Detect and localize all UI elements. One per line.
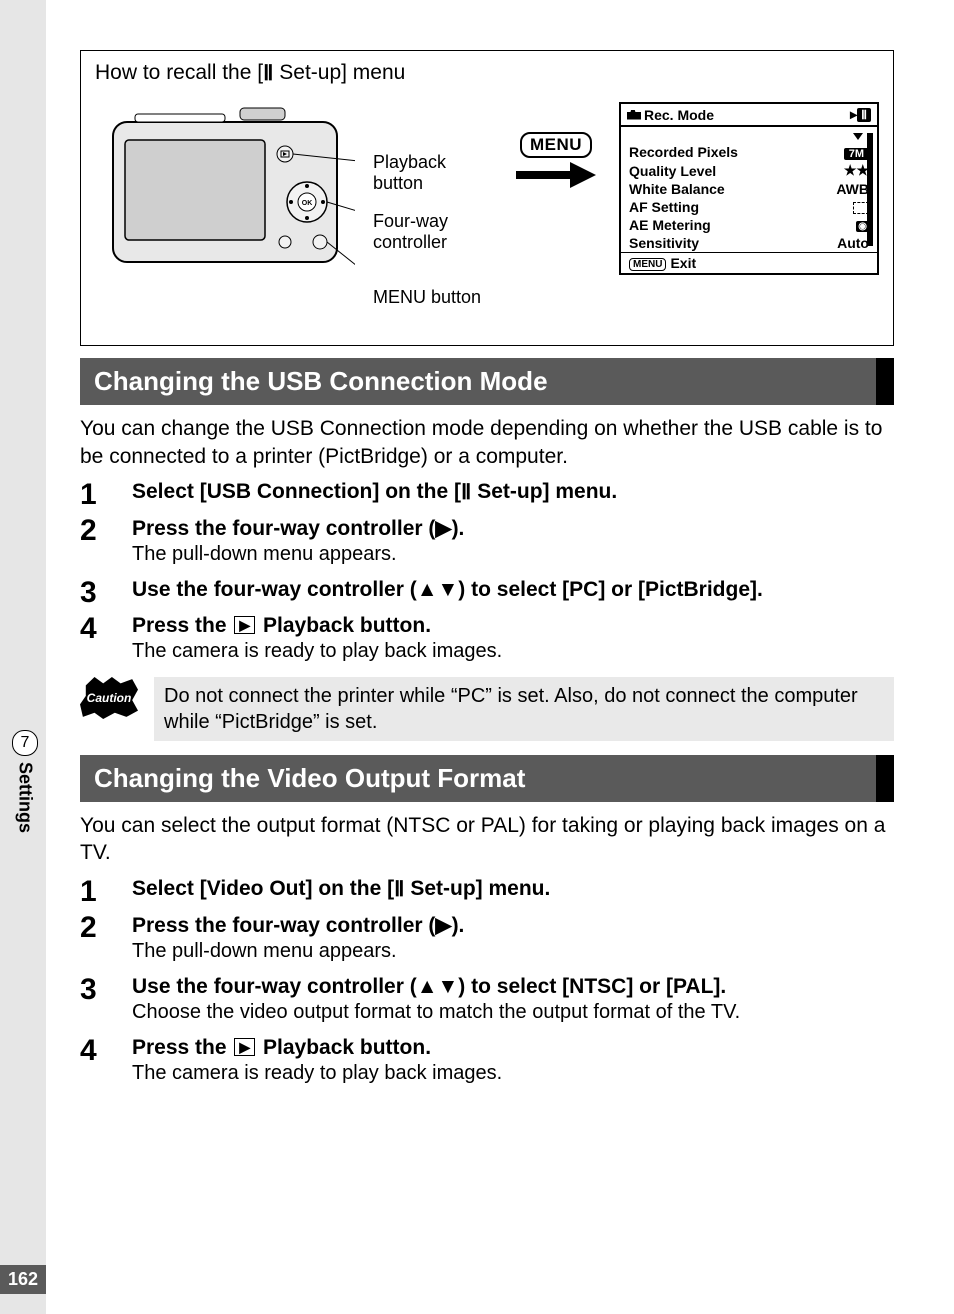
section-heading: Changing the Video Output Format: [80, 755, 894, 802]
setup-icon: Ⅱ: [461, 480, 471, 505]
step: 4 Press the ▶ Playback button.The camera …: [80, 1036, 894, 1091]
step-number: 4: [80, 1036, 114, 1091]
step: 1 Select [USB Connection] on the [Ⅱ Set-u…: [80, 480, 894, 510]
step-subtext: Choose the video output format to match …: [132, 1001, 894, 1024]
setup-diagram: How to recall the [Ⅱ Set-up] menu OK: [80, 50, 894, 346]
lcd-item-value: ◉: [805, 216, 877, 234]
step-heading: Press the ▶ Playback button.: [132, 614, 894, 638]
step-subtext: The camera is ready to play back images.: [132, 1062, 894, 1085]
step-subtext: The pull-down menu appears.: [132, 543, 894, 566]
arrow-right-icon: [511, 162, 601, 192]
label-fourway: Four-way controller: [373, 211, 493, 252]
lcd-item-label: AE Metering: [621, 216, 805, 234]
playback-icon: ▶: [234, 1038, 255, 1056]
lcd-menu-items: Recorded Pixels7MQuality Level★★White Ba…: [621, 143, 877, 252]
step-subtext: The pull-down menu appears.: [132, 940, 894, 963]
section-intro: You can change the USB Connection mode d…: [80, 415, 894, 470]
menu-mini-badge: MENU: [629, 258, 666, 271]
lcd-menu-row: White BalanceAWB: [621, 180, 877, 198]
chapter-number: 7: [12, 730, 38, 756]
section-intro: You can select the output format (NTSC o…: [80, 812, 894, 867]
direction-glyph: ▲▼: [417, 975, 459, 998]
step-heading: Use the four-way controller (▲▼) to sele…: [132, 578, 894, 602]
chapter-label: Settings: [15, 762, 36, 833]
setup-tab-icon: Ⅱ: [857, 108, 871, 122]
lcd-item-value: ★★: [805, 161, 877, 180]
af-area-icon: [853, 202, 869, 214]
step: 3 Use the four-way controller (▲▼) to sel…: [80, 578, 894, 608]
metering-icon: ◉: [856, 221, 869, 232]
step: 2 Press the four-way controller (▶).The p…: [80, 913, 894, 969]
direction-glyph: ▲▼: [417, 578, 459, 601]
step-heading: Select [USB Connection] on the [Ⅱ Set-up…: [132, 480, 894, 505]
step: 1 Select [Video Out] on the [Ⅱ Set-up] me…: [80, 877, 894, 907]
step-subtext: The camera is ready to play back images.: [132, 640, 894, 663]
step-number: 3: [80, 975, 114, 1030]
lcd-item-value: Auto: [805, 234, 877, 252]
lcd-menu-row: Quality Level★★: [621, 161, 877, 180]
lcd-exit-label: Exit: [670, 255, 696, 271]
diagram-title-suffix: Set-up] menu: [273, 61, 405, 84]
lcd-item-label: Recorded Pixels: [621, 143, 805, 161]
lcd-item-value: AWB: [805, 180, 877, 198]
lcd-tab-title: Rec. Mode: [644, 107, 714, 123]
svg-text:OK: OK: [302, 200, 313, 207]
lcd-menu: Rec. Mode ▸ Ⅱ Recorded Pixels7MQuality L…: [619, 102, 879, 275]
setup-icon: Ⅱ: [394, 877, 404, 902]
lcd-menu-row: AF Setting: [621, 198, 877, 216]
step-number: 1: [80, 480, 114, 510]
page-number: 162: [0, 1265, 46, 1294]
step-heading: Use the four-way controller (▲▼) to sele…: [132, 975, 894, 999]
section-heading: Changing the USB Connection Mode: [80, 358, 894, 405]
step: 3 Use the four-way controller (▲▼) to sel…: [80, 975, 894, 1030]
menu-badge: MENU: [520, 132, 592, 158]
camera-illustration: OK: [95, 92, 355, 292]
step-number: 3: [80, 578, 114, 608]
camera-icon: [627, 110, 641, 120]
diagram-title: How to recall the [Ⅱ Set-up] menu: [95, 61, 879, 86]
label-menu-button: MENU button: [373, 287, 493, 308]
step-heading: Press the four-way controller (▶).: [132, 913, 894, 938]
step-heading: Select [Video Out] on the [Ⅱ Set-up] men…: [132, 877, 894, 902]
direction-glyph: ▶: [435, 517, 451, 540]
step-number: 2: [80, 913, 114, 969]
lcd-item-label: AF Setting: [621, 198, 805, 216]
step: 4 Press the ▶ Playback button.The camera …: [80, 614, 894, 669]
setup-icon: Ⅱ: [263, 61, 273, 86]
lcd-menu-row: SensitivityAuto: [621, 234, 877, 252]
lcd-menu-row: Recorded Pixels7M: [621, 143, 877, 161]
diagram-title-prefix: How to recall the [: [95, 61, 263, 84]
step-number: 2: [80, 516, 114, 572]
left-gutter: [0, 0, 46, 1314]
caution-text: Do not connect the printer while “PC” is…: [154, 677, 894, 741]
tab-right-arrow: ▸: [850, 106, 857, 123]
step-number: 1: [80, 877, 114, 907]
chapter-tab: 7 Settings: [10, 730, 40, 833]
step-heading: Press the ▶ Playback button.: [132, 1036, 894, 1060]
step: 2 Press the four-way controller (▶).The p…: [80, 516, 894, 572]
playback-icon: ▶: [234, 616, 255, 634]
direction-glyph: ▶: [435, 914, 451, 937]
lcd-menu-row: AE Metering ◉: [621, 216, 877, 234]
step-number: 4: [80, 614, 114, 669]
lcd-item-label: Sensitivity: [621, 234, 805, 252]
caution-icon: Caution: [80, 677, 138, 719]
lcd-item-label: White Balance: [621, 180, 805, 198]
caution-block: Caution Do not connect the printer while …: [80, 677, 894, 741]
label-playback: Playback button: [373, 152, 493, 193]
lcd-item-label: Quality Level: [621, 161, 805, 180]
step-heading: Press the four-way controller (▶).: [132, 516, 894, 541]
lcd-item-value: 7M: [805, 143, 877, 161]
scroll-down-icon: [853, 133, 863, 140]
lcd-item-value: [805, 198, 877, 216]
